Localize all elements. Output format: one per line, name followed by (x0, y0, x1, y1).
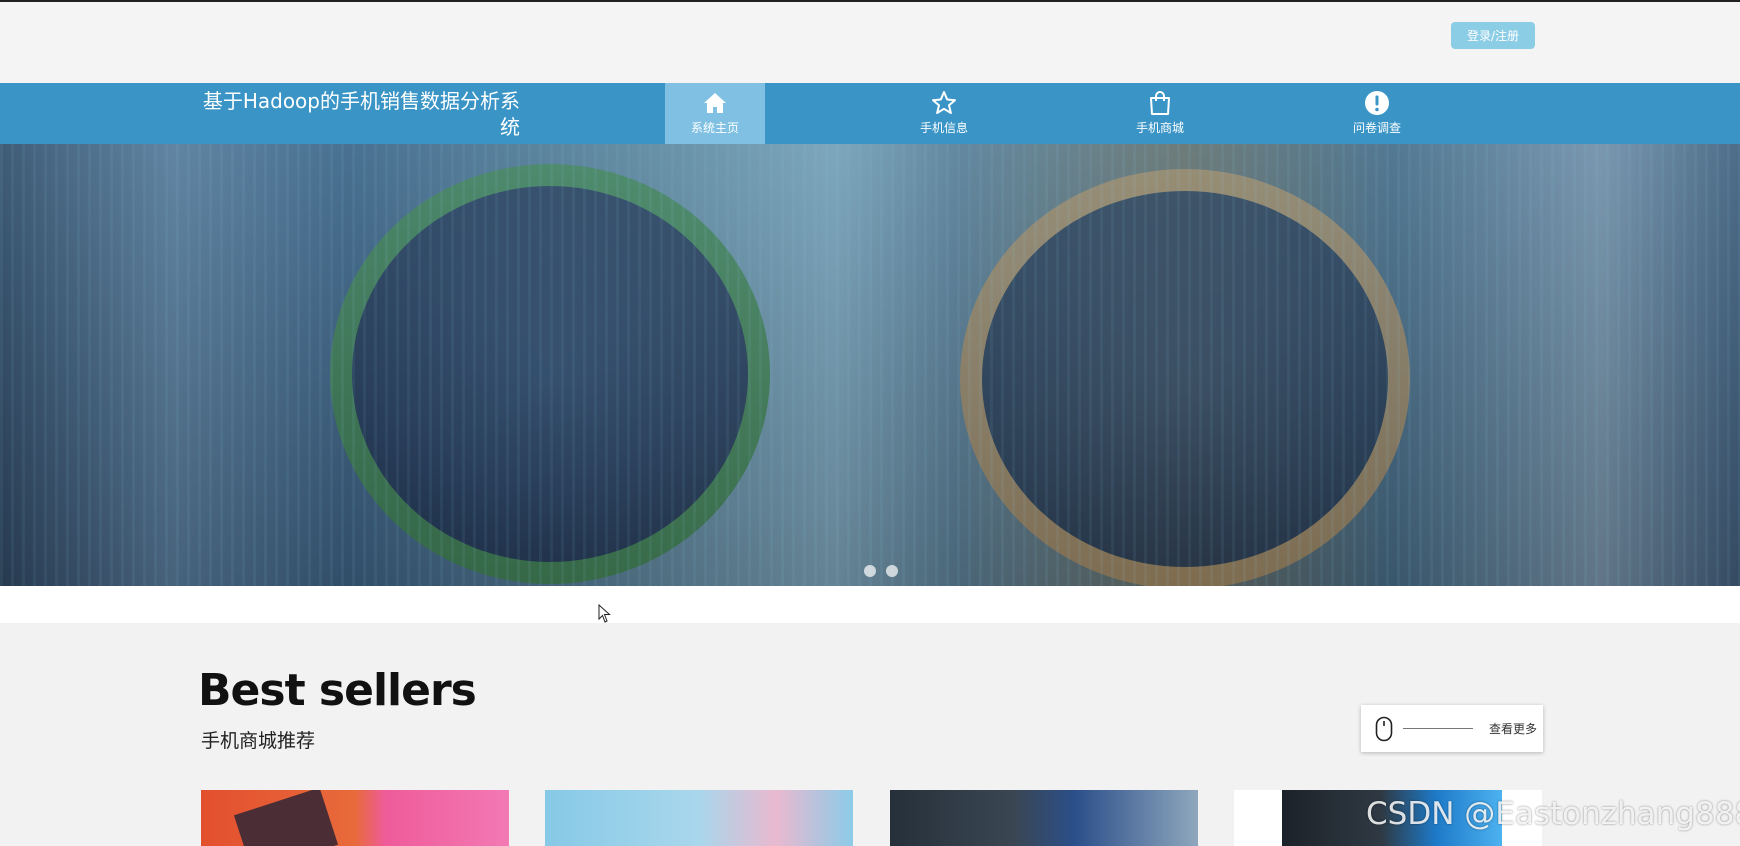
star-icon (932, 91, 956, 114)
shopping-bag-icon (1150, 91, 1170, 115)
nav-label-phone-mall: 手机商城 (1135, 121, 1184, 135)
carousel-indicators (864, 564, 904, 582)
carousel-dot[interactable] (886, 565, 899, 577)
hero-carousel[interactable] (0, 144, 1740, 586)
product-card[interactable] (545, 790, 853, 846)
section-title: Best sellers (198, 665, 477, 716)
carousel-dot[interactable] (864, 565, 876, 577)
home-icon (704, 93, 726, 113)
banner-bottom-strip (0, 586, 1740, 623)
nav-label-phone-info: 手机信息 (919, 121, 968, 135)
nav-item-phone-info[interactable]: 手机信息 (894, 83, 994, 144)
alert-icon (1365, 91, 1389, 115)
site-title: 基于Hadoop的手机销售数据分析系统 (202, 89, 520, 139)
mouse-pointer-icon (598, 604, 611, 623)
nav-label-survey: 问卷调查 (1352, 121, 1401, 135)
csdn-watermark: CSDN @Eastonzhang888 (1366, 796, 1740, 832)
banner-overlay (0, 144, 1740, 586)
nav-label-home: 系统主页 (690, 121, 739, 135)
nav-item-survey[interactable]: 问卷调查 (1327, 83, 1427, 144)
product-image (233, 790, 339, 846)
view-more-divider (1403, 728, 1473, 729)
view-more-button[interactable]: 查看更多 (1361, 705, 1543, 752)
login-register-button[interactable]: 登录/注册 (1451, 22, 1535, 49)
nav-item-home[interactable]: 系统主页 (665, 83, 765, 144)
main-navbar: 基于Hadoop的手机销售数据分析系统 系统主页 手机信息 手机商城 问卷调查 (0, 83, 1740, 144)
nav-item-phone-mall[interactable]: 手机商城 (1110, 83, 1210, 144)
product-card[interactable] (890, 790, 1198, 846)
section-subtitle: 手机商城推荐 (201, 730, 316, 752)
top-bar: 登录/注册 (0, 2, 1740, 83)
product-card[interactable] (201, 790, 509, 846)
view-more-label: 查看更多 (1489, 722, 1538, 736)
mouse-icon (1375, 716, 1393, 742)
